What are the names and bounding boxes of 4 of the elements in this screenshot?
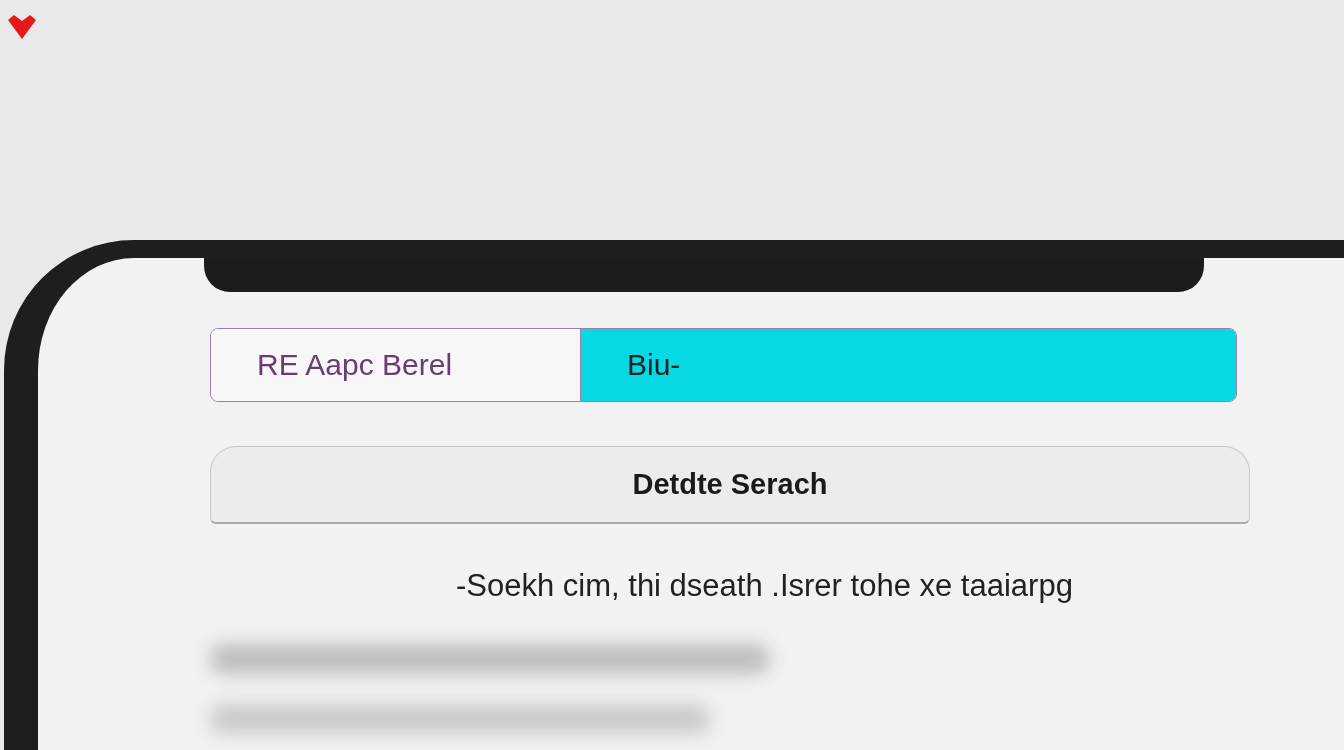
segment-tab[interactable]: RE Aapc Berel [211,329,581,401]
hint-text: -Soekh cim, thi dseath .Isrer tohe xe taaiarpg [456,568,1074,604]
delete-search-button[interactable]: Detdte Serach [210,446,1250,524]
segment-tab[interactable]: Biu- [581,329,1236,401]
